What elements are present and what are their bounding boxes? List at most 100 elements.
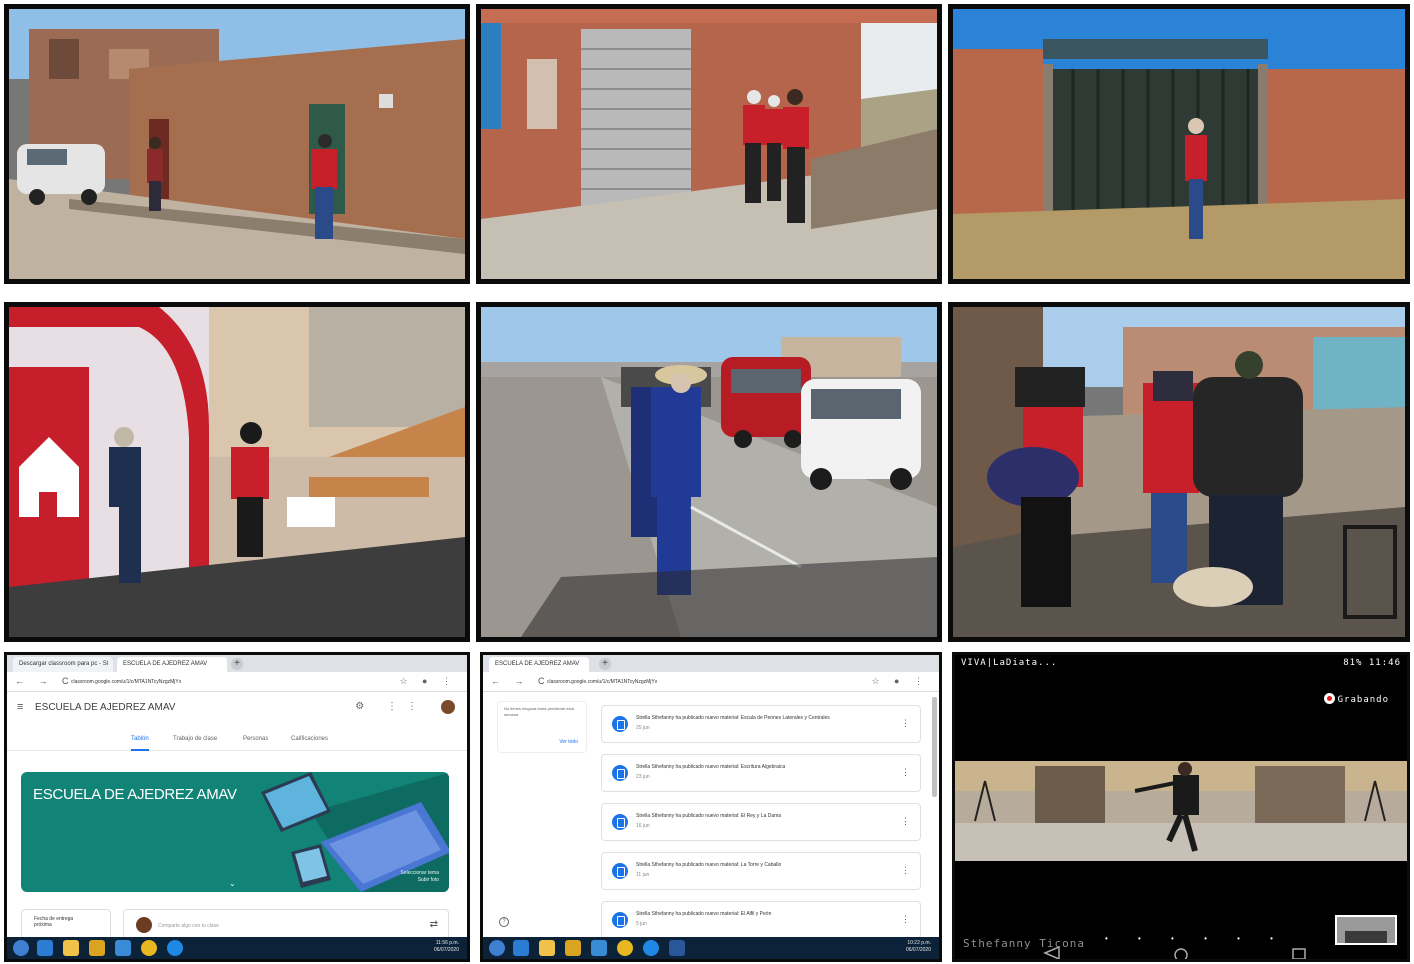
address-bar: ← → C classroom.google.com/u/1/c/MTA1NTc…: [483, 672, 939, 692]
post-date: 23 jun: [636, 774, 650, 780]
page-dots: • • • • • •: [1105, 934, 1287, 943]
photo-disinfection-booth: [4, 302, 470, 642]
avatar: [136, 917, 152, 933]
star-icon[interactable]: ☆ ● ⋮: [399, 676, 457, 687]
dancer-video-image: [955, 761, 1407, 861]
post-title: Strella Sthefanny ha publicado nuevo mat…: [636, 715, 830, 721]
material-icon: [612, 716, 628, 732]
chrome-icon[interactable]: [141, 940, 157, 956]
recording-label: Grabando: [1337, 695, 1389, 705]
shop-scene-image: [481, 9, 937, 279]
material-icon: [612, 912, 628, 928]
chevron-down-icon[interactable]: ⌄: [229, 879, 236, 888]
material-icon: [612, 863, 628, 879]
hamburger-menu-icon[interactable]: ≡: [17, 701, 23, 713]
more-options-icon[interactable]: ⋮: [901, 718, 910, 729]
list-item[interactable]: Strella Sthefanny ha publicado nuevo mat…: [601, 705, 921, 743]
nav-arrows-icon[interactable]: ← → C: [15, 676, 75, 686]
tab-stream[interactable]: Tablón: [131, 736, 149, 751]
more-options-icon[interactable]: ⋮: [901, 865, 910, 876]
carrier-text: VIVA|LaDiata...: [961, 658, 1058, 668]
windows-taskbar: 11:56 p.m. 06/07/2020: [7, 937, 467, 959]
edge-icon[interactable]: [37, 940, 53, 956]
avatar[interactable]: [441, 700, 455, 714]
upcoming-card: No tienes ninguna tarea pendiente esta s…: [497, 701, 587, 753]
banner-title: ESCUELA DE AJEDREZ AMAV: [33, 786, 237, 803]
banner-theme-link[interactable]: Seleccionar tema Subir foto: [400, 870, 439, 884]
taskbar-clock: 10:22 p.m. 06/07/2020: [905, 940, 931, 953]
street-scene-image: [9, 9, 465, 279]
browser-tab-active[interactable]: ESCUELA DE AJEDREZ AMAV: [117, 657, 227, 672]
new-tab-icon[interactable]: +: [231, 658, 243, 670]
settings-apps-icon[interactable]: ⚙ ⋮⋮: [355, 701, 427, 712]
edge-new-icon[interactable]: [167, 940, 183, 956]
browser-tab-bar: Descargar classroom para pc - Sl ESCUELA…: [7, 655, 467, 672]
url-field[interactable]: classroom.google.com/u/1/c/MTA1NTcyNzgzM…: [547, 679, 657, 685]
edge-new-icon[interactable]: [643, 940, 659, 956]
browser-tab-active[interactable]: ESCUELA DE AJEDREZ AMAV: [489, 657, 589, 672]
browser-tab-bar: ESCUELA DE AJEDREZ AMAV +: [483, 655, 939, 672]
photo-collage: Descargar classroom para pc - Sl ESCUELA…: [0, 0, 1414, 964]
post-title: Strella Sthefanny ha publicado nuevo mat…: [636, 911, 772, 917]
upcoming-label: Fecha de entrega próxima: [34, 916, 74, 928]
post-title: Strella Sthefanny ha publicado nuevo mat…: [636, 764, 786, 770]
recents-icon[interactable]: [1292, 948, 1306, 959]
list-item[interactable]: Strella Sthefanny ha publicado nuevo mat…: [601, 754, 921, 792]
url-field[interactable]: classroom.google.com/u/1/c/MTA1NTcyNzgzM…: [71, 679, 181, 685]
recording-indicator: Grabando: [1323, 693, 1389, 705]
post-date: 5 jun: [636, 921, 647, 927]
material-icon: [612, 765, 628, 781]
back-icon[interactable]: [1043, 947, 1060, 959]
classroom-tabs: Tablón Trabajo de clase Personas Calific…: [7, 729, 467, 751]
android-nav-bar: [1043, 947, 1306, 959]
view-all-button[interactable]: Ver todo: [559, 739, 578, 745]
photo-shop-shutter-workers: [476, 4, 942, 284]
self-view-thumbnail[interactable]: [1335, 915, 1397, 945]
post-date: 16 jun: [636, 823, 650, 829]
folder-icon[interactable]: [539, 940, 555, 956]
share-placeholder[interactable]: Comparte algo con tu clase: [158, 923, 219, 929]
star-icon[interactable]: ☆ ● ⋮: [871, 676, 929, 687]
post-date: 11 jun: [636, 872, 650, 878]
photo-metal-gate-worker: [948, 4, 1410, 284]
classroom-header: ≡ ESCUELA DE AJEDREZ AMAV ⚙ ⋮⋮: [7, 692, 467, 720]
app-icon[interactable]: [115, 940, 131, 956]
media-icon[interactable]: [89, 940, 105, 956]
list-item[interactable]: Strella Sthefanny ha publicado nuevo mat…: [601, 852, 921, 890]
list-item[interactable]: Strella Sthefanny ha publicado nuevo mat…: [601, 901, 921, 939]
tab-classwork[interactable]: Trabajo de clase: [173, 736, 217, 742]
screenshot-classroom-home: Descargar classroom para pc - Sl ESCUELA…: [4, 652, 470, 962]
start-icon[interactable]: [489, 940, 505, 956]
tab-grades[interactable]: Calificaciones: [291, 736, 328, 742]
more-options-icon[interactable]: ⋮: [901, 914, 910, 925]
list-item[interactable]: Strella Sthefanny ha publicado nuevo mat…: [601, 803, 921, 841]
record-icon: [1323, 693, 1335, 704]
material-icon: [612, 814, 628, 830]
app-icon[interactable]: [591, 940, 607, 956]
tab-people[interactable]: Personas: [243, 736, 268, 742]
more-options-icon[interactable]: ⋮: [901, 767, 910, 778]
scrollbar[interactable]: [932, 697, 937, 797]
delivery-scene-image: [953, 307, 1405, 637]
start-icon[interactable]: [13, 940, 29, 956]
fumigation-scene-image: [481, 307, 937, 637]
new-tab-icon[interactable]: +: [599, 658, 611, 670]
post-title: Strella Sthefanny ha publicado nuevo mat…: [636, 862, 782, 868]
gate-scene-image: [953, 9, 1405, 279]
swap-icon[interactable]: ⇄: [430, 919, 438, 930]
chrome-icon[interactable]: [617, 940, 633, 956]
home-icon[interactable]: [1174, 948, 1188, 959]
class-name: ESCUELA DE AJEDREZ AMAV: [35, 702, 176, 713]
folder-icon[interactable]: [63, 940, 79, 956]
media-icon[interactable]: [565, 940, 581, 956]
edge-icon[interactable]: [513, 940, 529, 956]
address-bar: ← → C classroom.google.com/u/1/c/MTA1NTc…: [7, 672, 467, 692]
browser-tab[interactable]: Descargar classroom para pc - Sl: [13, 657, 113, 672]
word-icon[interactable]: [669, 940, 685, 956]
self-view-image: [1337, 917, 1395, 943]
video-feed: [955, 761, 1407, 861]
nav-arrows-icon[interactable]: ← → C: [491, 676, 551, 686]
help-icon[interactable]: ?: [499, 917, 509, 927]
more-options-icon[interactable]: ⋮: [901, 816, 910, 827]
photo-street-fumigation: [476, 302, 942, 642]
